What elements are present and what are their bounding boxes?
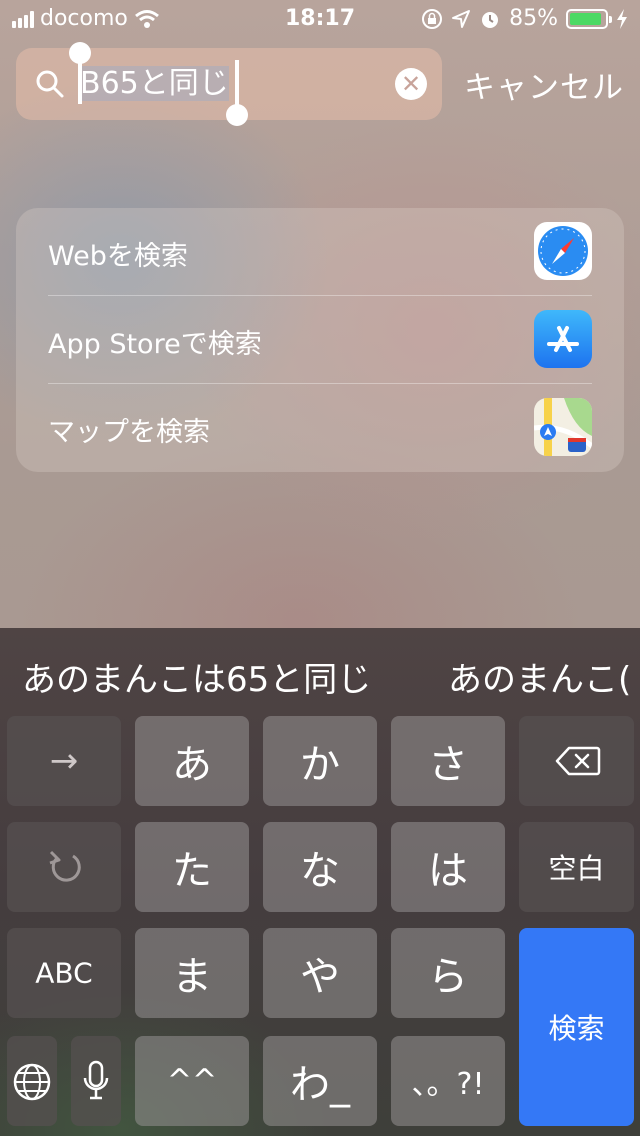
emoticon-key[interactable]: ^^: [135, 1036, 249, 1126]
key-ya[interactable]: や: [263, 928, 377, 1018]
globe-key[interactable]: [7, 1036, 57, 1126]
clear-search-button[interactable]: ✕: [395, 68, 427, 100]
search-suggestions-card: Webを検索 App Storeで検索 マップを検索: [16, 208, 624, 472]
suggestion-label: Webを検索: [48, 241, 188, 272]
undo-icon: [49, 850, 81, 882]
key-ka[interactable]: か: [263, 716, 377, 806]
key-na[interactable]: な: [263, 822, 377, 912]
suggestion-label: App Storeで検索: [48, 329, 262, 360]
dictation-key[interactable]: [71, 1036, 121, 1126]
key-ta[interactable]: た: [135, 822, 249, 912]
suggestion-label: マップを検索: [48, 417, 210, 448]
prediction-candidate[interactable]: あのまんこは65と同じ: [22, 652, 371, 701]
status-bar: docomo 18:17 85%: [0, 0, 640, 40]
safari-icon: [534, 222, 592, 280]
app-store-icon: [534, 310, 592, 368]
prediction-candidate[interactable]: あのまんこ(: [448, 652, 631, 701]
punctuation-key[interactable]: 、。?!: [391, 1036, 505, 1126]
battery-icon: [566, 8, 612, 29]
cancel-button[interactable]: キャンセル: [464, 62, 624, 107]
globe-icon: [13, 1063, 51, 1101]
charging-bolt-icon: [617, 8, 627, 29]
next-candidate-key[interactable]: →: [7, 716, 121, 806]
alarm-icon: [482, 11, 499, 28]
delete-key[interactable]: [519, 716, 634, 806]
suggestion-app-store-search[interactable]: App Storeで検索: [48, 296, 592, 384]
key-a[interactable]: あ: [135, 716, 249, 806]
battery-percent: 85%: [509, 6, 558, 31]
key-wa[interactable]: わ_: [263, 1036, 377, 1126]
suggestion-maps-search[interactable]: マップを検索: [48, 384, 592, 472]
search-key[interactable]: 検索: [519, 928, 634, 1126]
selection-handle-start[interactable]: [69, 42, 91, 104]
undo-key[interactable]: [7, 822, 121, 912]
key-sa[interactable]: さ: [391, 716, 505, 806]
backspace-icon: [555, 746, 601, 776]
microphone-icon: [83, 1060, 109, 1100]
space-key[interactable]: 空白: [519, 822, 634, 912]
abc-key[interactable]: ABC: [7, 928, 121, 1018]
key-ha[interactable]: は: [391, 822, 505, 912]
keyboard: あのまんこは65と同じ あのまんこ( → あ か さ た な は 空白 ABC …: [0, 628, 640, 1136]
search-input-text[interactable]: B65と同じ: [80, 66, 229, 101]
key-ma[interactable]: ま: [135, 928, 249, 1018]
suggestion-web-search[interactable]: Webを検索: [48, 208, 592, 296]
selection-handle-end[interactable]: [226, 60, 248, 126]
rotation-lock-icon: [422, 8, 443, 29]
maps-icon: [534, 398, 592, 456]
close-icon: ✕: [400, 70, 422, 98]
location-icon: [452, 9, 471, 28]
key-ra[interactable]: ら: [391, 928, 505, 1018]
prediction-bar: あのまんこは65と同じ あのまんこ(: [0, 628, 640, 718]
search-icon: [36, 70, 64, 98]
